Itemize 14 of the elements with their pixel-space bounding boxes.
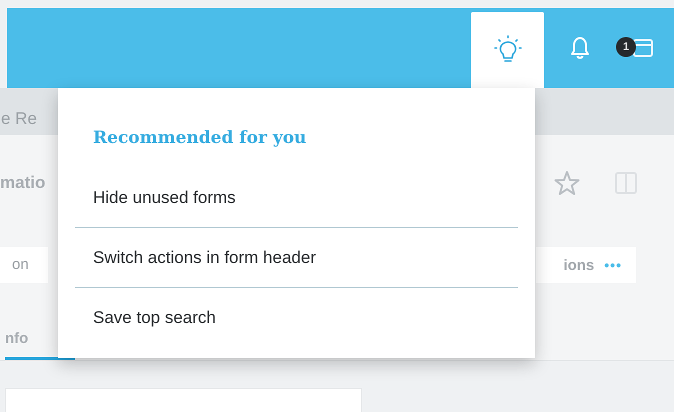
popup-heading: Recommended for you	[92, 128, 308, 148]
star-icon[interactable]	[553, 168, 581, 196]
notification-badge: 1	[616, 37, 636, 57]
lightbulb-tab[interactable]	[471, 12, 544, 88]
form-title: matio	[0, 172, 46, 192]
more-icon: •••	[604, 257, 622, 273]
actions-label: ions	[563, 256, 594, 274]
breadcrumb-text[interactable]: e Re	[1, 109, 37, 129]
menu-item[interactable]: Hide unused forms	[75, 168, 518, 227]
menu-item[interactable]: Switch actions in form header	[75, 228, 518, 287]
bell-icon[interactable]	[568, 35, 592, 61]
menu-item[interactable]: Save top search	[75, 288, 518, 347]
input-field[interactable]: on	[0, 247, 48, 283]
actions-button[interactable]: ions •••	[536, 247, 636, 283]
